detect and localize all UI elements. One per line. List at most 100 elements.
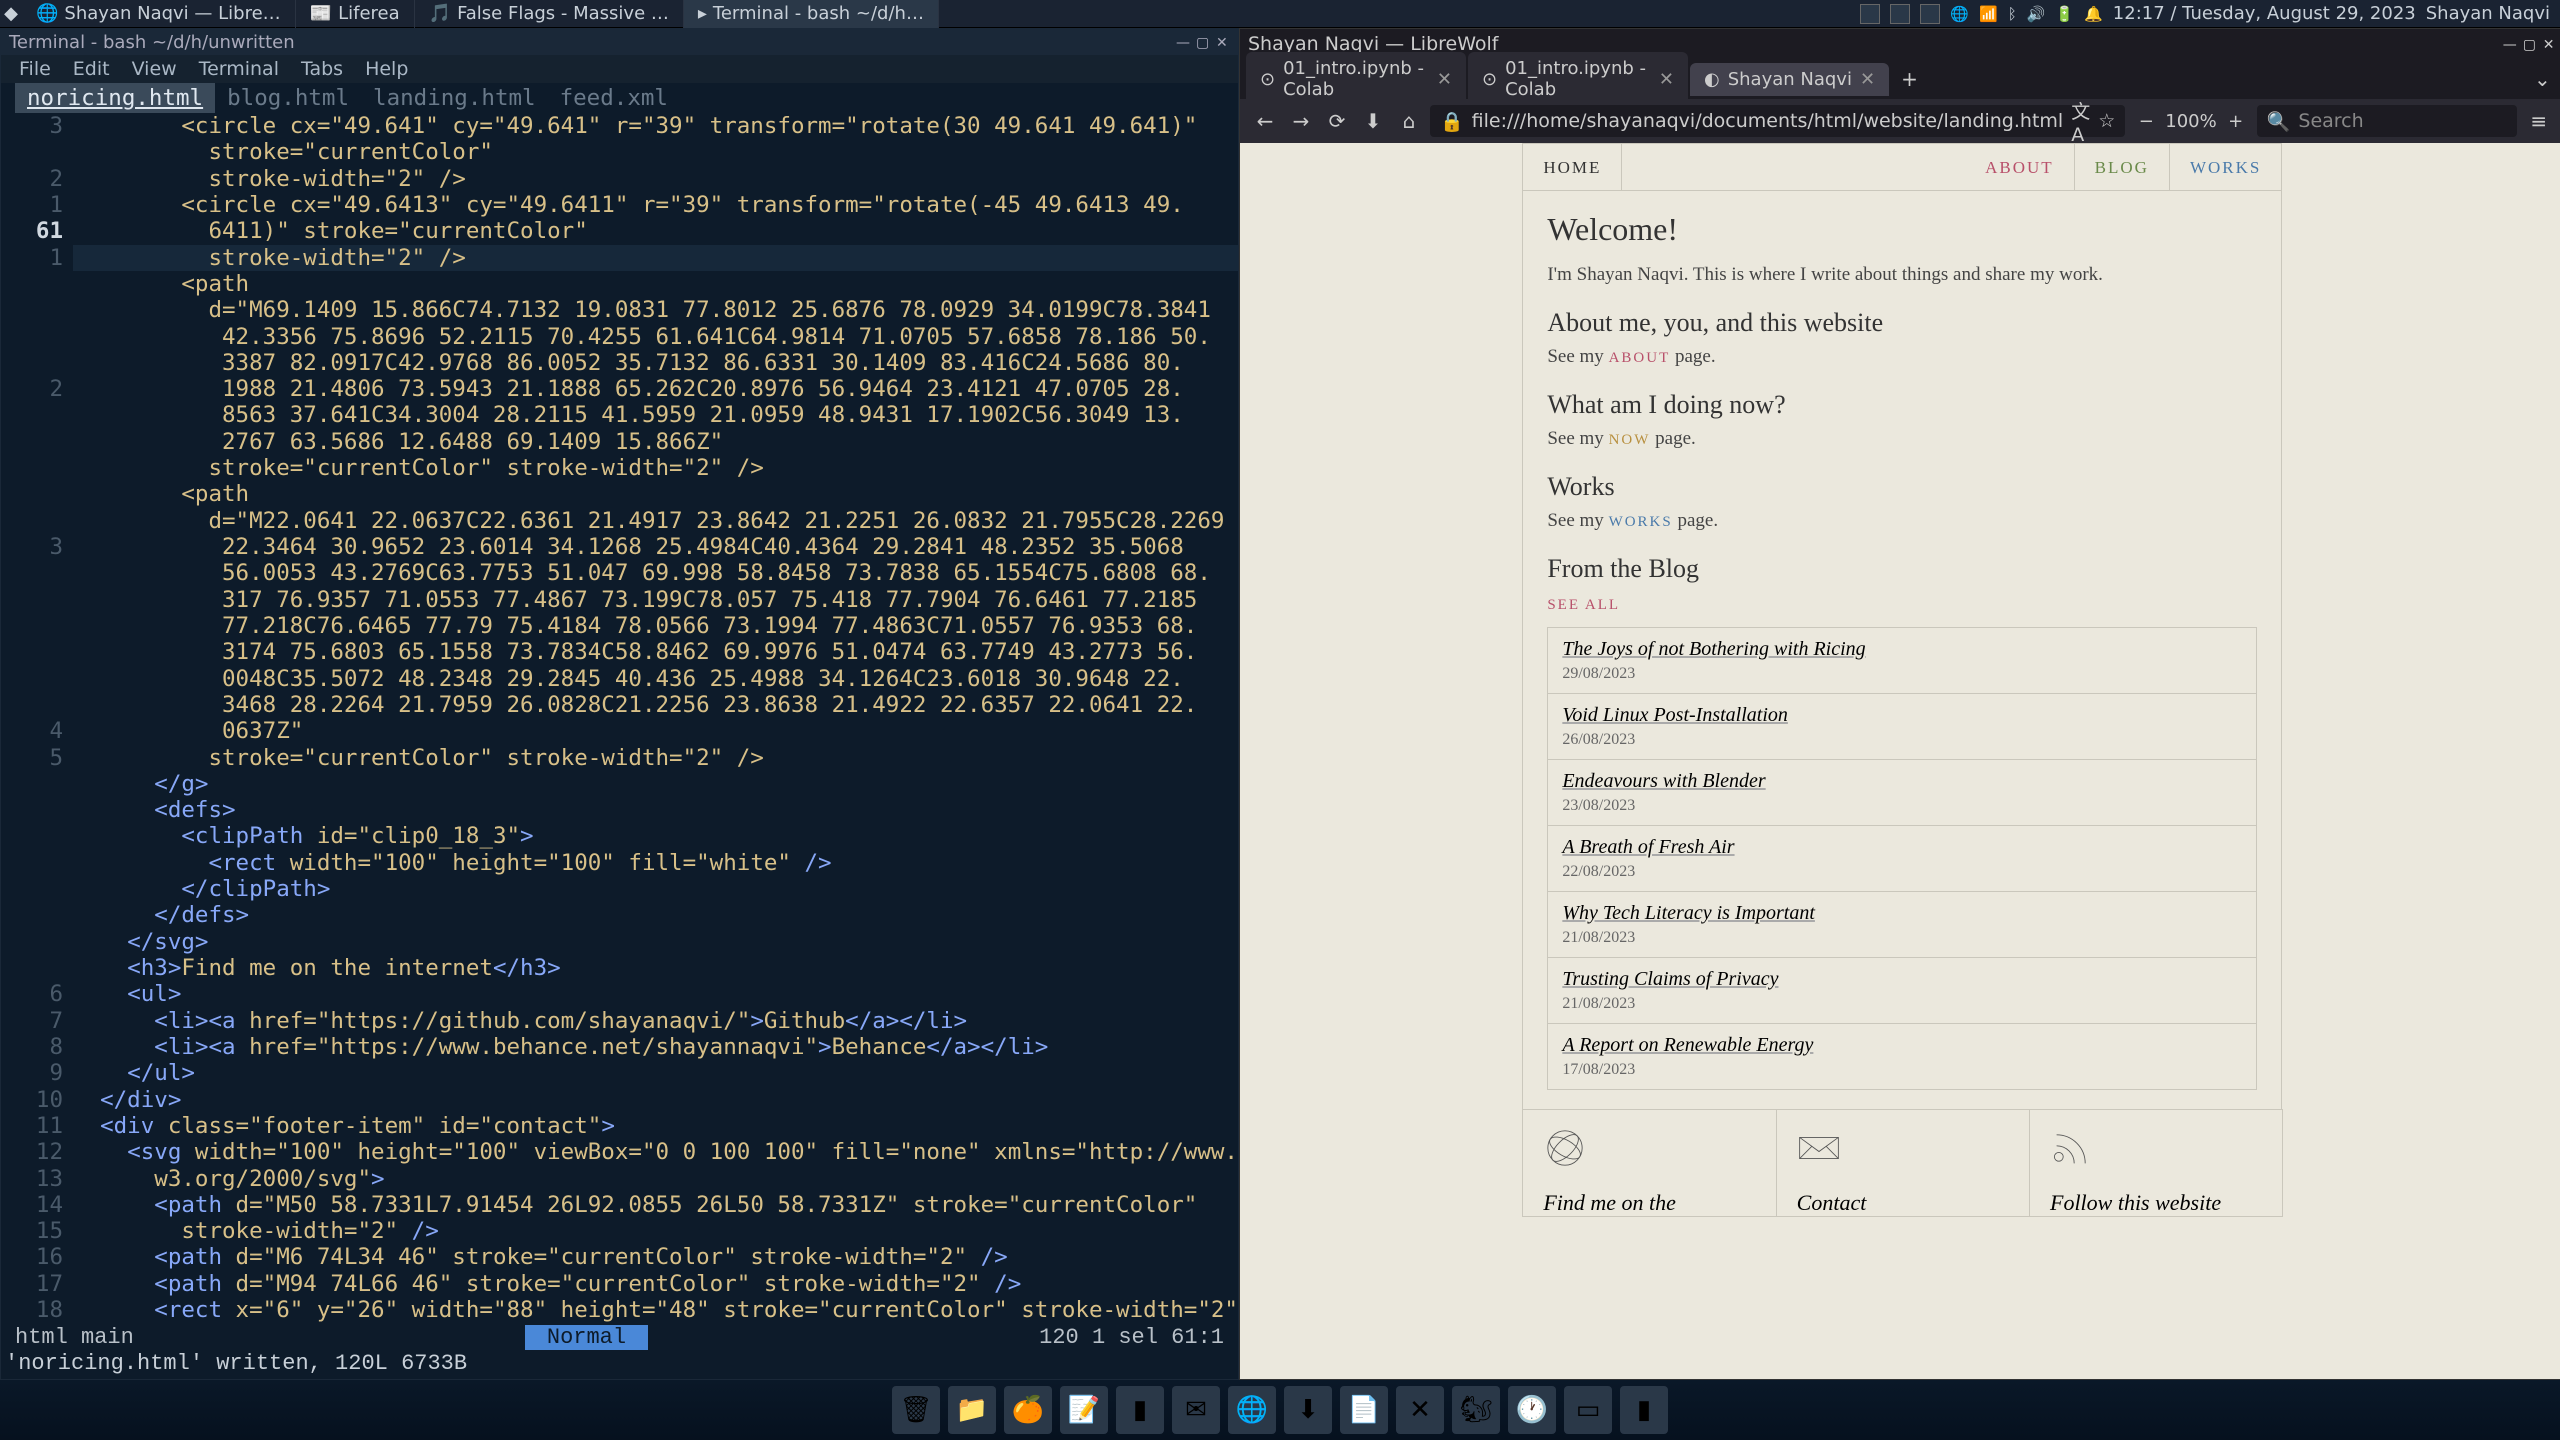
trash-icon[interactable]: 🗑 [892, 1386, 940, 1434]
url-text: file:///home/shayanaqvi/documents/html/w… [1472, 110, 2064, 132]
browser-tab[interactable]: ⊙01_intro.ipynb - Colab✕ [1246, 52, 1466, 106]
nav-works[interactable]: WORKS [2170, 143, 2282, 191]
url-bar[interactable]: 🔒 file:///home/shayanaqvi/documents/html… [1430, 105, 2125, 137]
tab-close-icon[interactable]: ✕ [1860, 69, 1875, 90]
close-icon[interactable]: ✕ [1216, 35, 1230, 49]
workspace-switcher[interactable] [1920, 4, 1940, 24]
menu-file[interactable]: File [9, 56, 61, 82]
tab-list-button[interactable]: ⌄ [2526, 63, 2559, 95]
command-line[interactable]: 'noricing.html' written, 120L 6733B [1, 1351, 1238, 1379]
tab-close-icon[interactable]: ✕ [1659, 69, 1674, 90]
blog-item[interactable]: Trusting Claims of Privacy21/08/2023 [1547, 957, 2257, 1024]
user-name[interactable]: Shayan Naqvi [2426, 3, 2550, 24]
window-icon[interactable]: ▭ [1564, 1386, 1612, 1434]
taskbar-item[interactable]: 📰Liferea [296, 0, 415, 28]
footer-card-follow[interactable]: Follow this website [2029, 1109, 2283, 1217]
blog-item[interactable]: Why Tech Literacy is Important21/08/2023 [1547, 891, 2257, 958]
mail-icon[interactable]: ✉ [1172, 1386, 1220, 1434]
tab-strip: ⊙01_intro.ipynb - Colab✕ ⊙01_intro.ipynb… [1240, 59, 2560, 99]
blog-item[interactable]: A Breath of Fresh Air22/08/2023 [1547, 825, 2257, 892]
hamburger-menu[interactable]: ≡ [2523, 105, 2555, 137]
terminal2-icon[interactable]: ▮ [1620, 1386, 1668, 1434]
maximize-icon[interactable]: ▢ [2523, 37, 2537, 51]
transmission-icon[interactable]: ⬇ [1284, 1386, 1332, 1434]
buffer-tab[interactable]: blog.html [215, 83, 361, 113]
minimize-icon[interactable]: — [1176, 35, 1190, 49]
zoom-in-button[interactable]: + [2221, 106, 2251, 136]
browser-icon[interactable]: 🌐 [1228, 1386, 1276, 1434]
nav-blog[interactable]: BLOG [2075, 143, 2170, 191]
terminal-icon[interactable]: ▮ [1116, 1386, 1164, 1434]
clementine-icon[interactable]: 🍊 [1004, 1386, 1052, 1434]
now-link[interactable]: NOW [1609, 432, 1651, 448]
menubar: File Edit View Terminal Tabs Help [1, 55, 1238, 83]
notification-icon[interactable]: 🔔 [2084, 5, 2103, 23]
dbeaver-icon[interactable]: 🐿 [1452, 1386, 1500, 1434]
taskbar-item[interactable]: 🌐Shayan Naqvi — Libre… [22, 0, 296, 28]
menu-view[interactable]: View [122, 56, 187, 82]
app-menu-icon[interactable]: ◆ [0, 3, 22, 25]
back-button[interactable]: ← [1250, 106, 1280, 136]
workspace-switcher[interactable] [1890, 4, 1910, 24]
text-editor-icon[interactable]: 📝 [1060, 1386, 1108, 1434]
helix-icon[interactable]: ✕ [1396, 1386, 1444, 1434]
section-heading: About me, you, and this website [1547, 308, 2257, 338]
battery-icon[interactable]: 🔋 [2055, 5, 2074, 23]
post-date: 21/08/2023 [1562, 995, 2242, 1013]
bookmark-icon[interactable]: ☆ [2098, 110, 2115, 132]
menu-terminal[interactable]: Terminal [189, 56, 289, 82]
download-button[interactable]: ⬇ [1358, 106, 1388, 136]
minimize-icon[interactable]: — [2503, 37, 2517, 51]
translate-icon[interactable]: 文A [2071, 97, 2090, 146]
home-button[interactable]: ⌂ [1394, 106, 1424, 136]
blog-item[interactable]: Void Linux Post-Installation26/08/2023 [1547, 693, 2257, 760]
see-all-link[interactable]: SEE ALL [1547, 597, 1620, 613]
blog-item[interactable]: Endeavours with Blender23/08/2023 [1547, 759, 2257, 826]
clock[interactable]: 12:17 / Tuesday, August 29, 2023 [2113, 3, 2416, 24]
wifi-icon[interactable]: 📶 [1979, 5, 1998, 23]
browser-tab[interactable]: ⊙01_intro.ipynb - Colab✕ [1468, 52, 1688, 106]
section-heading: From the Blog [1547, 554, 2257, 584]
statusline: html main Normal 120 1 sel 61:1 [1, 1323, 1238, 1351]
footer-card-internet[interactable]: Find me on the [1522, 1109, 1776, 1217]
globe-icon[interactable]: 🌐 [1950, 5, 1969, 23]
zoom-out-button[interactable]: − [2131, 106, 2161, 136]
search-box[interactable]: 🔍 Search [2257, 105, 2517, 137]
page-icon: ◐ [1704, 69, 1720, 90]
reload-button[interactable]: ⟳ [1322, 106, 1352, 136]
bluetooth-icon[interactable]: ᛒ [2008, 5, 2017, 23]
menu-help[interactable]: Help [355, 56, 418, 82]
files-icon[interactable]: 📁 [948, 1386, 996, 1434]
blog-item[interactable]: A Report on Renewable Energy17/08/2023 [1547, 1023, 2257, 1090]
menu-tabs[interactable]: Tabs [291, 56, 353, 82]
buffer-tab[interactable]: landing.html [361, 83, 548, 113]
buffer-tab[interactable]: noricing.html [15, 83, 215, 113]
works-link[interactable]: WORKS [1609, 514, 1673, 530]
about-link[interactable]: ABOUT [1609, 350, 1671, 366]
buffer-tab[interactable]: feed.xml [548, 83, 680, 113]
close-icon[interactable]: ✕ [2543, 37, 2557, 51]
window-titlebar[interactable]: Terminal - bash ~/d/h/unwritten — ▢ ✕ [1, 29, 1238, 55]
new-tab-button[interactable]: + [1891, 63, 1928, 95]
menu-edit[interactable]: Edit [63, 56, 120, 82]
page-viewport[interactable]: HOME ABOUT BLOG WORKS Welcome! I'm Shaya… [1240, 143, 2560, 1379]
taskbar-item[interactable]: ▸Terminal - bash ~/d/h… [684, 0, 939, 28]
clock-icon[interactable]: 🕐 [1508, 1386, 1556, 1434]
tab-close-icon[interactable]: ✕ [1437, 69, 1452, 90]
maximize-icon[interactable]: ▢ [1196, 35, 1210, 49]
taskbar-item[interactable]: 🎵False Flags - Massive … [415, 0, 684, 28]
nav-home[interactable]: HOME [1523, 143, 1622, 191]
editor[interactable]: noricing.html blog.html landing.html fee… [1, 83, 1238, 1323]
blog-item[interactable]: The Joys of not Bothering with Ricing29/… [1547, 627, 2257, 694]
forward-button[interactable]: → [1286, 106, 1316, 136]
search-icon: 🔍 [2267, 110, 2291, 133]
mode-indicator: Normal [525, 1325, 648, 1350]
terminal-window: Terminal - bash ~/d/h/unwritten — ▢ ✕ Fi… [0, 28, 1239, 1380]
volume-icon[interactable]: 🔊 [2027, 5, 2046, 23]
browser-tab[interactable]: ◐Shayan Naqvi✕ [1690, 63, 1889, 96]
code-area[interactable]: <circle cx="49.641" cy="49.641" r="39" t… [73, 113, 1238, 1293]
office-icon[interactable]: 📄 [1340, 1386, 1388, 1434]
nav-about[interactable]: ABOUT [1965, 143, 2075, 191]
workspace-switcher[interactable] [1860, 4, 1880, 24]
footer-card-contact[interactable]: Contact [1776, 1109, 2030, 1217]
